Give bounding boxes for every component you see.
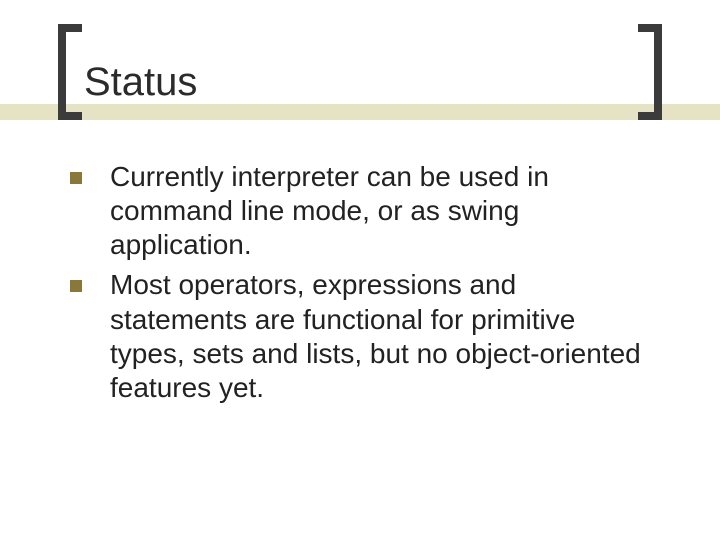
list-item: Currently interpreter can be used in com… — [70, 160, 650, 262]
bullet-text: Most operators, expressions and statemen… — [110, 268, 650, 405]
page-title: Status — [84, 60, 197, 105]
bracket-left-icon — [58, 24, 82, 120]
content-area: Currently interpreter can be used in com… — [70, 160, 650, 411]
slide: Status Currently interpreter can be used… — [0, 0, 720, 540]
bullet-square-icon — [70, 172, 82, 184]
bullet-text: Currently interpreter can be used in com… — [110, 160, 650, 262]
list-item: Most operators, expressions and statemen… — [70, 268, 650, 405]
bracket-right-icon — [638, 24, 662, 120]
accent-bar — [0, 104, 720, 120]
bullet-square-icon — [70, 280, 82, 292]
